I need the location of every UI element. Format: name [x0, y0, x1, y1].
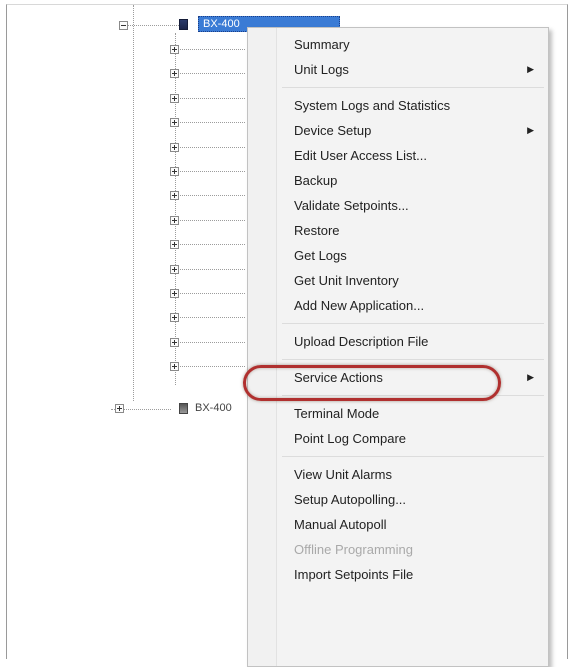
- tree-connector: [175, 97, 245, 99]
- menu-item-label: Validate Setpoints...: [294, 198, 409, 213]
- menu-separator: [248, 318, 548, 329]
- menu-separator: [248, 451, 548, 462]
- tree-connector: [133, 5, 134, 401]
- tree-connector: [175, 49, 245, 50]
- menu-item-label: Upload Description File: [294, 334, 429, 349]
- menu-item-terminal-mode[interactable]: Terminal Mode: [248, 401, 548, 426]
- submenu-arrow-icon: ▶: [527, 372, 534, 382]
- menu-item-label: Device Setup: [294, 123, 372, 138]
- expand-toggle[interactable]: [170, 93, 179, 103]
- context-menu: Summary Unit Logs ▶ System Logs and Statist…: [247, 27, 549, 667]
- menu-item-setup-autopolling[interactable]: Setup Autopolling...: [248, 487, 548, 512]
- window-frame: BX-400 BX-400 Summary Unit Logs ▶ System Lo…: [6, 4, 568, 667]
- menu-item-get-logs[interactable]: Get Logs: [248, 243, 548, 268]
- menu-item-manual-autopoll[interactable]: Manual Autopoll: [248, 512, 548, 537]
- tree-connector: [123, 25, 187, 26]
- menu-item-edit-user-access-list[interactable]: Edit User Access List...: [248, 143, 548, 168]
- menu-item-label: Manual Autopoll: [294, 517, 387, 532]
- context-menu-list: Summary Unit Logs ▶ System Logs and Statist…: [248, 32, 548, 587]
- menu-item-import-setpoints-file[interactable]: Import Setpoints File: [248, 562, 548, 587]
- menu-item-label: Terminal Mode: [294, 406, 380, 421]
- menu-item-label: Offline Programming: [294, 542, 413, 557]
- expand-toggle[interactable]: [170, 45, 179, 54]
- menu-item-label: Summary: [294, 37, 350, 52]
- tree-connector: [175, 171, 245, 172]
- tree-connector: [175, 268, 245, 270]
- tree-connector: [175, 293, 245, 294]
- expand-toggle[interactable]: [170, 313, 179, 323]
- menu-item-system-logs-and-statistics[interactable]: System Logs and Statistics: [248, 93, 548, 118]
- menu-item-label: Service Actions: [294, 370, 383, 385]
- expand-toggle[interactable]: [170, 69, 179, 79]
- expand-toggle[interactable]: [170, 167, 179, 176]
- menu-item-backup[interactable]: Backup: [248, 168, 548, 193]
- tree-connector: [175, 33, 176, 385]
- menu-item-service-actions[interactable]: Service Actions ▶: [248, 365, 548, 390]
- menu-item-view-unit-alarms[interactable]: View Unit Alarms: [248, 462, 548, 487]
- tree-connector: [175, 244, 245, 246]
- menu-item-label: Setup Autopolling...: [294, 492, 407, 507]
- menu-item-label: Import Setpoints File: [294, 567, 414, 582]
- menu-item-label: Get Unit Inventory: [294, 273, 399, 288]
- menu-item-point-log-compare[interactable]: Point Log Compare: [248, 426, 548, 451]
- menu-item-validate-setpoints[interactable]: Validate Setpoints...: [248, 193, 548, 218]
- expand-toggle[interactable]: [170, 337, 179, 347]
- menu-item-restore[interactable]: Restore: [248, 218, 548, 243]
- menu-item-get-unit-inventory[interactable]: Get Unit Inventory: [248, 268, 548, 293]
- expand-toggle[interactable]: [170, 240, 179, 250]
- tree-connector: [175, 219, 245, 221]
- expand-toggle[interactable]: [170, 264, 179, 274]
- tree-connector: [175, 366, 245, 368]
- menu-item-summary[interactable]: Summary: [248, 32, 548, 57]
- menu-item-device-setup[interactable]: Device Setup ▶: [248, 118, 548, 143]
- expand-toggle[interactable]: [170, 118, 179, 128]
- menu-separator: [248, 390, 548, 401]
- menu-item-label: View Unit Alarms: [294, 467, 393, 482]
- tree-connector: [175, 195, 245, 197]
- menu-item-label: System Logs and Statistics: [294, 98, 451, 113]
- device-icon: [179, 19, 188, 30]
- device-tree[interactable]: BX-400 BX-400: [7, 5, 340, 425]
- expand-toggle[interactable]: [170, 142, 179, 152]
- expand-toggle[interactable]: [170, 191, 179, 201]
- tree-node-label[interactable]: BX-400: [195, 402, 232, 414]
- tree-connector: [175, 73, 245, 75]
- menu-item-upload-description-file[interactable]: Upload Description File: [248, 329, 548, 354]
- tree-connector: [175, 146, 245, 148]
- submenu-arrow-icon: ▶: [527, 64, 534, 74]
- menu-item-unit-logs[interactable]: Unit Logs ▶: [248, 57, 548, 82]
- menu-item-label: Edit User Access List...: [294, 148, 427, 163]
- tree-connector: [175, 122, 245, 124]
- submenu-arrow-icon: ▶: [527, 125, 534, 135]
- tree-connector: [175, 317, 245, 319]
- menu-item-add-new-application[interactable]: Add New Application...: [248, 293, 548, 318]
- expand-toggle[interactable]: [170, 362, 179, 372]
- menu-item-offline-programming: Offline Programming: [248, 537, 548, 562]
- menu-separator: [248, 82, 548, 93]
- menu-item-label: Get Logs: [294, 248, 347, 263]
- menu-item-label: Unit Logs: [294, 62, 349, 77]
- menu-item-label: Restore: [294, 223, 340, 238]
- device-icon: [179, 403, 188, 414]
- tree-connector: [175, 341, 245, 343]
- collapse-toggle[interactable]: [119, 21, 128, 30]
- menu-item-label: Add New Application...: [294, 298, 425, 313]
- expand-toggle[interactable]: [170, 215, 179, 225]
- menu-item-label: Backup: [294, 173, 338, 188]
- expand-toggle[interactable]: [115, 404, 124, 413]
- expand-toggle[interactable]: [170, 289, 179, 298]
- menu-item-label: Point Log Compare: [294, 431, 407, 446]
- menu-separator: [248, 354, 548, 365]
